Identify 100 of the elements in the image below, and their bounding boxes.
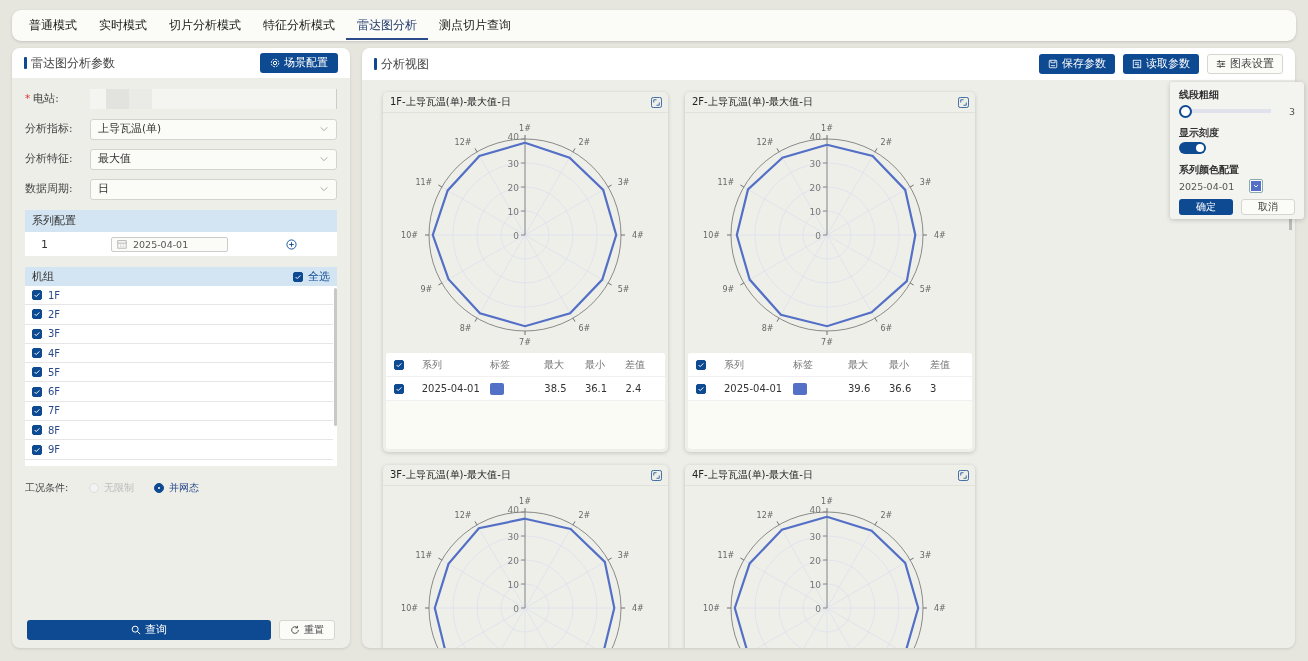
expand-icon[interactable]	[958, 96, 969, 108]
field-label: 分析指标:	[25, 122, 73, 136]
tab[interactable]: 测点切片查询	[428, 11, 522, 40]
tab[interactable]: 切片分析模式	[158, 11, 252, 40]
axis-label: 9#	[420, 284, 433, 294]
select-field[interactable]: 上导瓦温(单)	[90, 118, 337, 140]
checkbox[interactable]	[32, 425, 42, 436]
list-item[interactable]: 5F	[25, 363, 333, 383]
radio-label[interactable]: 并网态	[169, 481, 199, 495]
station-field[interactable]	[90, 89, 337, 109]
title-marker	[24, 57, 27, 69]
axis-label: 1#	[821, 497, 833, 506]
sliders-icon	[1216, 59, 1226, 69]
axis-label: 10#	[401, 231, 418, 240]
calendar-icon	[117, 239, 127, 249]
tick-label: 40	[507, 505, 519, 515]
list-item[interactable]: 9F	[25, 440, 333, 460]
cancel-button[interactable]: 取消	[1241, 199, 1295, 215]
checkbox[interactable]	[394, 383, 404, 394]
tick-label: 30	[809, 159, 821, 169]
tick-label: 10	[507, 207, 519, 217]
save-params-button[interactable]: 保存参数	[1039, 54, 1115, 74]
checkbox[interactable]	[696, 383, 706, 394]
checkbox[interactable]	[696, 359, 706, 370]
checkbox[interactable]	[32, 328, 42, 339]
query-button[interactable]: 查询	[27, 620, 271, 640]
column-header: 标签	[489, 357, 511, 372]
tick-label: 10	[507, 580, 519, 590]
gear-icon	[270, 58, 280, 68]
tick-label: 20	[507, 556, 519, 566]
checkbox[interactable]	[32, 348, 42, 359]
select-field[interactable]: 日	[90, 178, 337, 200]
field-label: 数据周期:	[25, 182, 73, 196]
scrollbar[interactable]	[334, 288, 337, 426]
tab[interactable]: 普通模式	[18, 11, 88, 40]
expand-icon[interactable]	[958, 469, 969, 481]
column-header: 差值	[930, 357, 951, 372]
axis-label: 8#	[761, 323, 774, 333]
axis-label: 12#	[756, 511, 774, 521]
scene-config-button[interactable]: 场景配置	[260, 53, 338, 73]
checkbox[interactable]	[32, 309, 42, 320]
load-params-button[interactable]: 读取参数	[1123, 54, 1199, 74]
table-cell-text: 2025-04-01	[724, 383, 784, 394]
date-field[interactable]: 2025-04-01	[111, 236, 228, 252]
select-field[interactable]: 最大值	[90, 148, 337, 170]
color-picker[interactable]	[1249, 179, 1264, 193]
list-item[interactable]: 4F	[25, 343, 333, 364]
tick-label: 0	[513, 231, 519, 241]
list-item[interactable]: 2F	[25, 305, 333, 325]
column-header: 差值	[625, 357, 647, 372]
radio-button[interactable]	[154, 483, 164, 493]
reset-button[interactable]: 重置	[279, 620, 335, 640]
axis-label: 6#	[578, 323, 591, 333]
tick-label: 0	[815, 604, 821, 614]
tick-label: 30	[507, 159, 519, 169]
series-date: 2025-04-01	[1179, 180, 1235, 192]
scrollbar[interactable]	[1289, 218, 1292, 230]
table-cell-text: 36.6	[889, 383, 913, 394]
toggle-switch[interactable]	[1179, 142, 1206, 154]
expand-icon[interactable]	[651, 469, 662, 481]
expand-icon[interactable]	[651, 96, 662, 108]
chart-title: 2F-上导瓦温(单)-最大值-日	[692, 95, 813, 109]
axis-label: 6#	[880, 323, 893, 333]
checkbox[interactable]	[32, 405, 42, 416]
chart-settings-button[interactable]: 图表设置	[1207, 54, 1283, 74]
tab[interactable]: 特征分析模式	[252, 11, 346, 40]
setting-label: 线段粗细	[1179, 88, 1220, 102]
column-header: 最大	[544, 357, 566, 372]
tick-label: 30	[809, 532, 821, 542]
confirm-button[interactable]: 确定	[1179, 199, 1233, 215]
checkbox[interactable]	[32, 290, 42, 301]
slider-thumb[interactable]	[1179, 104, 1192, 118]
list-item[interactable]: 7F	[25, 401, 333, 422]
axis-label: 7#	[519, 338, 531, 347]
tick-label: 40	[809, 132, 821, 142]
panel-title: 分析视图	[381, 56, 429, 72]
checkbox[interactable]	[32, 367, 42, 378]
refresh-icon	[290, 625, 300, 635]
tab[interactable]: 雷达图分析	[346, 11, 428, 40]
axis-label: 2#	[578, 138, 591, 148]
tab[interactable]: 实时模式	[88, 11, 158, 40]
checkbox[interactable]	[32, 444, 42, 455]
list-item[interactable]: 3F	[25, 324, 333, 344]
setting-label: 显示刻度	[1179, 126, 1220, 140]
list-item[interactable]: 1F	[25, 286, 333, 306]
axis-label: 1#	[519, 124, 531, 133]
checkbox[interactable]	[394, 359, 404, 370]
checkbox[interactable]	[293, 271, 303, 282]
slider-value: 3	[1288, 105, 1295, 117]
chevron-down-icon	[319, 184, 329, 194]
tick-label: 40	[809, 505, 821, 515]
select-all-label[interactable]: 全选	[308, 269, 330, 284]
list-item[interactable]: 8F	[25, 421, 333, 441]
list-item[interactable]: 6F	[25, 382, 333, 402]
add-circle-icon[interactable]	[286, 238, 297, 250]
table-cell-text: 3	[930, 383, 938, 394]
tick-label: 0	[513, 604, 519, 614]
tick-label: 0	[815, 231, 821, 241]
axis-label: 3#	[617, 177, 630, 187]
checkbox[interactable]	[32, 386, 42, 397]
